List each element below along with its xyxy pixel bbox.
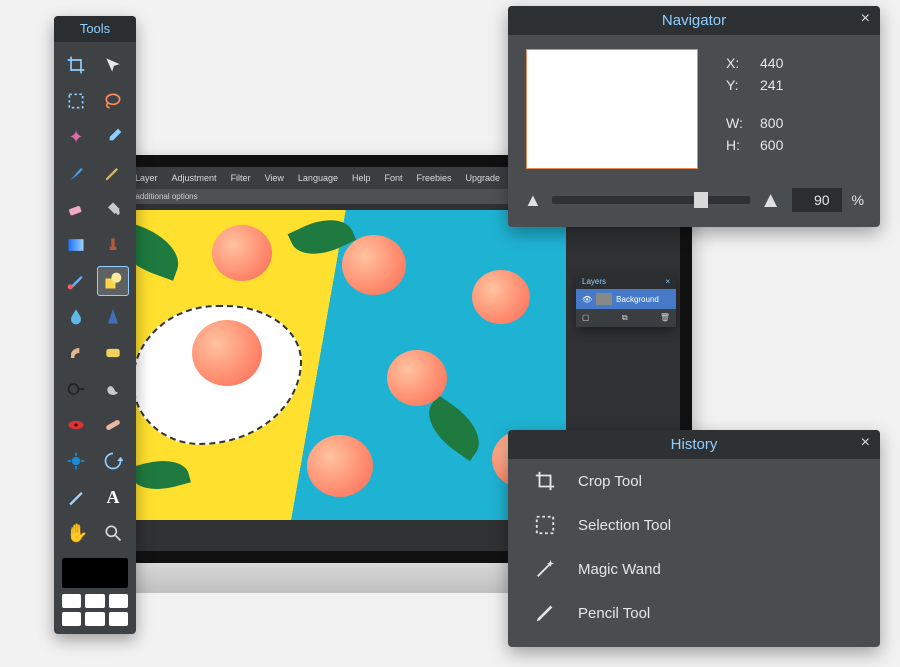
navigator-title: Navigator — [662, 12, 726, 29]
heal-tool[interactable] — [97, 410, 129, 440]
layer-row[interactable]: 👁 Background — [576, 289, 676, 309]
zoom-in-icon[interactable]: ▲ — [760, 187, 782, 213]
nav-y-label: Y: — [726, 77, 752, 93]
nav-h-value: 600 — [760, 137, 783, 153]
crop-icon — [534, 470, 556, 492]
layers-panel[interactable]: Layers × 👁 Background ▢ ⧉ 🗑 — [576, 274, 676, 327]
magic-wand-tool[interactable]: ✦ — [60, 122, 92, 152]
menu-item[interactable]: View — [265, 173, 284, 183]
rotate-tool[interactable] — [97, 446, 129, 476]
wand-icon — [534, 558, 556, 580]
trash-icon[interactable]: 🗑 — [660, 313, 670, 323]
redeye-tool[interactable] — [60, 410, 92, 440]
close-icon[interactable]: × — [861, 10, 870, 28]
menu-item[interactable]: Font — [384, 173, 402, 183]
layer-name: Background — [616, 295, 659, 304]
dodge-tool[interactable] — [60, 374, 92, 404]
transform-tool[interactable] — [60, 446, 92, 476]
history-item[interactable]: Crop Tool — [508, 459, 880, 503]
brush-tool[interactable] — [60, 158, 92, 188]
history-panel: History × Crop Tool Selection Tool Magic… — [508, 430, 880, 647]
stamp-tool[interactable] — [97, 230, 129, 260]
history-label: Selection Tool — [578, 517, 671, 534]
menu-item[interactable]: Adjustment — [172, 173, 217, 183]
sponge-tool[interactable] — [97, 338, 129, 368]
canvas[interactable] — [92, 210, 566, 520]
layer-thumb — [596, 293, 612, 305]
tools-title: Tools — [54, 16, 136, 42]
crop-tool[interactable] — [60, 50, 92, 80]
palette-grid[interactable] — [62, 594, 128, 626]
history-title: History — [671, 436, 718, 453]
marquee-icon — [534, 514, 556, 536]
close-icon[interactable]: × — [861, 434, 870, 452]
color-replace-tool[interactable] — [60, 266, 92, 296]
tools-panel: Tools ✦ A ✋ — [54, 16, 136, 634]
lasso-tool[interactable] — [97, 86, 129, 116]
smudge-tool[interactable] — [60, 338, 92, 368]
blur-tool[interactable] — [60, 302, 92, 332]
history-item[interactable]: Selection Tool — [508, 503, 880, 547]
pencil-icon — [534, 602, 556, 624]
eyedropper-tool[interactable] — [97, 122, 129, 152]
sharpen-tool[interactable] — [97, 302, 129, 332]
hand-tool[interactable]: ✋ — [60, 518, 92, 548]
bucket-tool[interactable] — [97, 194, 129, 224]
zoom-value[interactable]: 90 — [792, 188, 842, 212]
marquee-tool[interactable] — [60, 86, 92, 116]
menu-item[interactable]: Freebies — [417, 173, 452, 183]
zoom-out-icon[interactable]: ▲ — [524, 190, 542, 211]
nav-w-value: 800 — [760, 115, 783, 131]
visibility-icon[interactable]: 👁 — [582, 295, 592, 304]
duplicate-layer-icon[interactable]: ⧉ — [622, 313, 628, 323]
menu-item[interactable]: Filter — [231, 173, 251, 183]
navigator-stats: X: 440 Y: 241 W: 800 H: 600 — [726, 49, 783, 169]
layers-footer: ▢ ⧉ 🗑 — [576, 309, 676, 327]
layers-title: Layers — [582, 277, 606, 286]
menu-item[interactable]: Upgrade — [466, 173, 501, 183]
close-icon[interactable]: × — [665, 277, 670, 286]
nav-y-value: 241 — [760, 77, 783, 93]
pen-tool[interactable] — [60, 482, 92, 512]
gradient-tool[interactable] — [60, 230, 92, 260]
nav-x-label: X: — [726, 55, 752, 71]
navigator-preview[interactable] — [526, 49, 698, 169]
zoom-slider[interactable] — [552, 196, 750, 204]
nav-w-label: W: — [726, 115, 752, 131]
shape-tool[interactable] — [97, 266, 129, 296]
history-item[interactable]: Pencil Tool — [508, 591, 880, 635]
history-label: Crop Tool — [578, 473, 642, 490]
history-label: Pencil Tool — [578, 605, 650, 622]
pencil-tool[interactable] — [97, 158, 129, 188]
history-item[interactable]: Magic Wand — [508, 547, 880, 591]
menu-item[interactable]: Help — [352, 173, 371, 183]
move-tool[interactable] — [97, 50, 129, 80]
history-label: Magic Wand — [578, 561, 661, 578]
navigator-panel: Navigator × X:440 Y:241 W:800 H:600 ▲ ▲ … — [508, 6, 880, 227]
nav-h-label: H: — [726, 137, 752, 153]
burn-tool[interactable] — [97, 374, 129, 404]
menu-item[interactable]: Layer — [135, 173, 158, 183]
zoom-percent-label: % — [852, 192, 864, 208]
type-tool[interactable]: A — [97, 482, 129, 512]
new-layer-icon[interactable]: ▢ — [582, 313, 590, 323]
menu-item[interactable]: Language — [298, 173, 338, 183]
nav-x-value: 440 — [760, 55, 783, 71]
color-swatches[interactable] — [62, 558, 128, 588]
zoom-tool[interactable] — [97, 518, 129, 548]
eraser-tool[interactable] — [60, 194, 92, 224]
zoom-slider-thumb[interactable] — [694, 192, 708, 208]
